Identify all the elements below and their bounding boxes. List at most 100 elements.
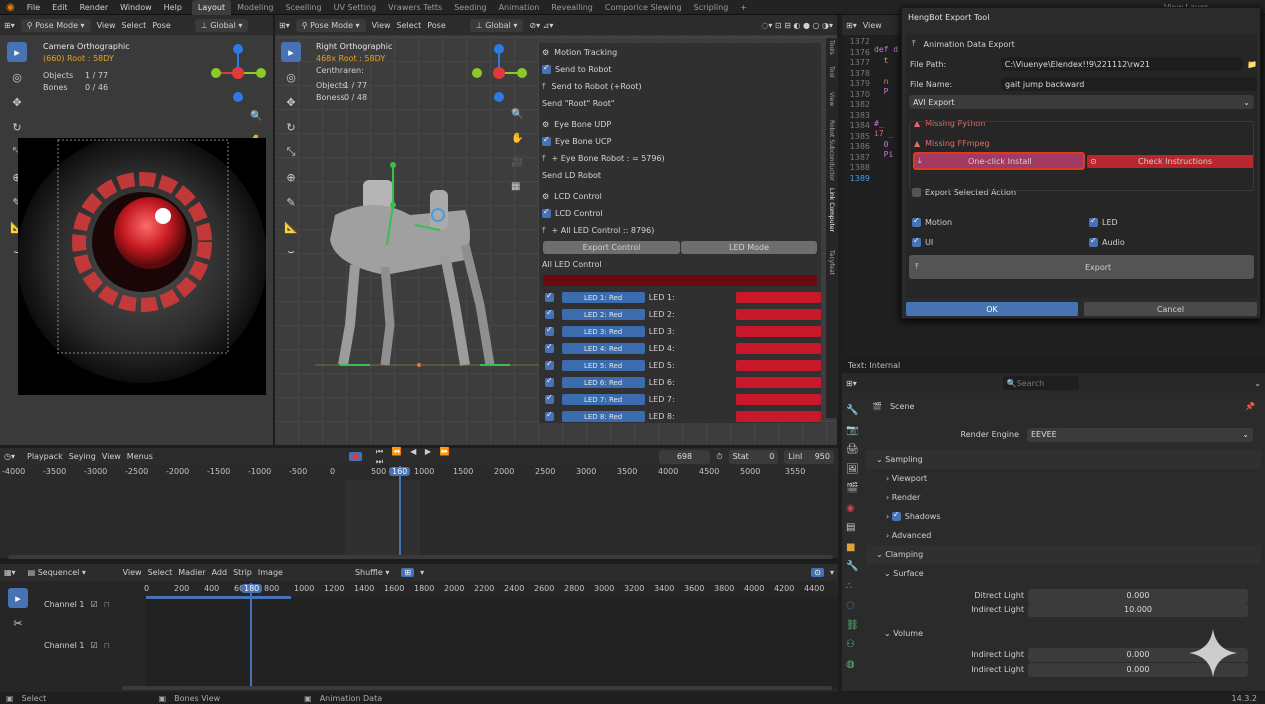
output-tab-icon[interactable]: 🖨 [846,440,862,460]
snap-toggle-icon[interactable]: ⊞ [401,568,415,577]
led-checkbox[interactable] [545,308,554,319]
led-button[interactable]: LED 1: Red [561,292,645,303]
tab-modeling[interactable]: Modeling [231,3,279,12]
led-color-swatch[interactable] [735,326,822,337]
motion-checkbox[interactable] [912,216,921,227]
editor-type-icon[interactable]: ⊞▾ [279,21,290,30]
sequencer-type-select[interactable]: ▤ Sequencel ▾ [21,566,117,579]
rotate-tool-icon[interactable]: ↻ [7,117,27,137]
pin-icon[interactable]: 📌 [1245,402,1255,411]
menu-help[interactable]: Help [158,3,188,12]
all-led-color[interactable] [543,275,817,286]
tab-shading[interactable]: Seeding [448,3,492,12]
surface-panel[interactable]: Surface [893,569,923,578]
cursor-tool-icon[interactable]: ◎ [7,67,27,87]
scale-tool-icon[interactable]: ⤡ [281,142,301,162]
lock-icon[interactable]: ⊓ [104,600,110,609]
tab-texture[interactable]: Vrawers Tetts [382,3,448,12]
led-color-swatch[interactable] [735,292,822,303]
sidebar-checkbox[interactable] [542,207,551,218]
shadows-checkbox[interactable] [891,510,901,521]
cancel-button[interactable]: Cancel [1084,302,1257,316]
playback-controls[interactable]: ⏮ ⏪ ◀ ▶ ⏩ ⏭ [376,447,468,467]
led-color-swatch[interactable] [735,360,822,371]
tool-tab-icon[interactable]: 🔧 [846,401,862,421]
sidebar-tab[interactable]: Tools [828,40,835,55]
robot-dog-model[interactable] [315,155,545,380]
timeline-ruler[interactable]: -4000 -3500 -3000 -2500 -2000 -1500 -1000 -500 0… [0,466,838,480]
sequencer-playhead-label[interactable]: 180 [241,584,263,593]
indirect-light-field[interactable]: 10.000 [1028,602,1248,617]
start-frame-field[interactable]: Stat 0 [728,449,779,464]
mode-select[interactable]: ⚲ Pose Mode ▾ [20,18,91,32]
shuffle-select[interactable]: Shuffle ▾ [348,566,396,579]
tab-rendering[interactable]: Revealling [545,3,599,12]
playback-menu[interactable]: Playpack [27,452,63,461]
ok-button[interactable]: OK [906,302,1078,316]
timeline-playhead-label[interactable]: 160 [389,467,411,476]
folder-icon[interactable]: 📁 [1247,60,1257,69]
viewport-panel[interactable]: Viewport [892,474,927,483]
sidebar-tab[interactable]: Tool [828,66,835,78]
left-viewport[interactable]: ⊞▾ ⚲ Pose Mode ▾ View Select Pose ⊥ Glob… [0,15,273,445]
select-menu[interactable]: Select [397,21,422,30]
editor-type-icon[interactable]: ◷▾ [4,452,15,461]
led-checkbox[interactable] [1089,216,1098,227]
add-workspace-icon[interactable]: + [734,3,753,12]
sidebar-item[interactable]: Send to Robot [539,61,821,78]
transform-orientation[interactable]: ⊥ Global ▾ [194,18,249,32]
export-control-button[interactable]: Export Control [543,241,680,254]
view-layer-tab-icon[interactable]: 🖼 [846,460,862,480]
audio-checkbox[interactable] [1089,236,1098,247]
led-checkbox[interactable] [545,291,554,302]
select-menu[interactable]: Select [148,568,173,577]
tab-animation[interactable]: Animation [493,3,546,12]
transform-orientation[interactable]: ⊥ Global ▾ [469,18,524,32]
overlay-icon[interactable]: ⊙ [811,568,824,577]
search-input[interactable]: 🔍 Search [1002,376,1079,390]
editor-type-icon[interactable]: ⊞▾ [846,21,857,30]
led-mode-button[interactable]: LED Mode [681,241,817,254]
sidebar-item[interactable]: Send "Root" Root" [539,95,821,112]
keying-menu[interactable]: Seying [69,452,96,461]
data-tab-icon[interactable]: ⚇ [846,635,862,655]
led-checkbox[interactable] [545,376,554,387]
advanced-panel[interactable]: Advanced [892,531,932,540]
file-name-input[interactable]: gait jump backward [1001,77,1257,91]
mode-select[interactable]: ⚲ Pose Mode ▾ [295,18,366,32]
snap-icon[interactable]: ⊘▾ ⊿▾ [529,21,553,30]
sidebar-item[interactable]: Send LD Robot [539,167,821,184]
sidebar-tab[interactable]: Tacyfeat [828,250,835,275]
menu-render[interactable]: Render [74,3,114,12]
select-tool-icon[interactable]: ▸ [8,588,28,608]
chevron-right-icon[interactable]: › [886,512,892,521]
editor-type-icon[interactable]: ▦▾ [4,568,16,577]
sidebar-tab[interactable]: Link Computer [828,188,835,232]
led-button[interactable]: LED 4: Red [561,343,645,354]
current-frame-field[interactable]: 698 [658,449,711,464]
annotate-tool-icon[interactable]: ✎ [281,192,301,212]
scene-tab-icon[interactable]: 🎬 [846,479,862,499]
tab-compositing[interactable]: Comporice Slewing [599,3,688,12]
end-frame-field[interactable]: Linl 950 [784,449,834,464]
render-engine-select[interactable]: EEVEE ⌄ [1027,427,1253,442]
overlay-icons[interactable]: ◌▾ ⊡ ⊟ ◐ ● ○ ◑▾ [761,21,833,30]
measure-tool-icon[interactable]: 📐 [281,217,301,237]
transform-tool-icon[interactable]: ⊕ [281,167,301,187]
marker-menu[interactable]: Madier [178,568,205,577]
world-tab-icon[interactable]: ◉ [846,499,862,519]
tab-layout[interactable]: Layout [191,0,232,15]
view-menu[interactable]: View [863,21,882,30]
led-color-swatch[interactable] [735,309,822,320]
render-tab-icon[interactable]: 📷 [846,421,862,441]
led-checkbox[interactable] [545,325,554,336]
sidebar-checkbox[interactable] [542,63,551,74]
add-menu[interactable]: Add [212,568,228,577]
led-button[interactable]: LED 5: Red [561,360,645,371]
export-button[interactable]: ⤒ Export [909,255,1254,279]
cursor-tool-icon[interactable]: ◎ [281,67,301,87]
ui-checkbox[interactable] [912,236,921,247]
timeline-scrollbar[interactable] [8,555,833,559]
shadows-panel[interactable]: Shadows [905,512,941,521]
sidebar-item[interactable]: ⚙ LCD Control [539,188,821,205]
